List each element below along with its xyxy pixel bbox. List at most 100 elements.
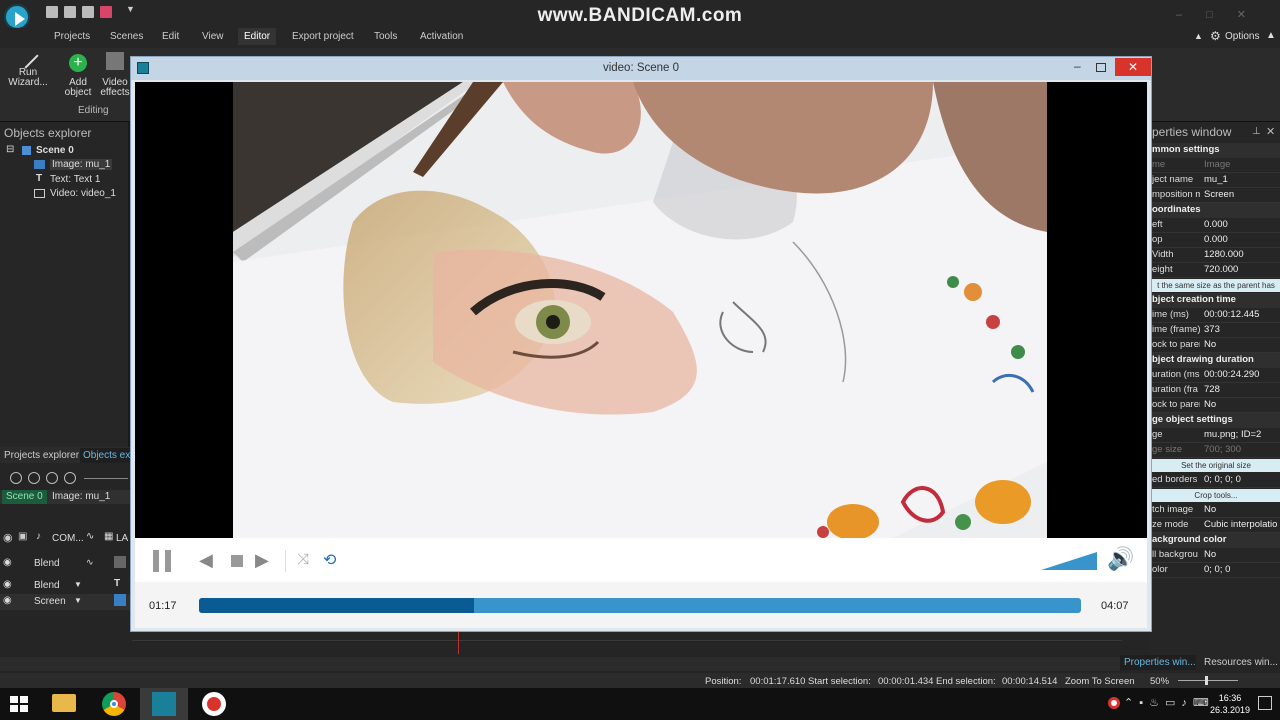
property-row[interactable]: uration (fra 728 — [1150, 383, 1280, 398]
property-value[interactable]: 373 — [1204, 324, 1280, 335]
property-action-button[interactable]: Set the original size — [1152, 459, 1280, 472]
property-row[interactable]: ock to parer No — [1150, 338, 1280, 353]
property-value[interactable]: 1280.000 — [1204, 249, 1280, 260]
property-value[interactable]: 0; 0; 0; 0 — [1204, 474, 1280, 485]
property-value[interactable]: mu_1 — [1204, 174, 1280, 185]
property-value[interactable]: 0.000 — [1204, 219, 1280, 230]
pause-icon-bar2[interactable] — [165, 550, 171, 572]
property-row[interactable]: op 0.000 — [1150, 233, 1280, 248]
tree-item-scene[interactable]: Scene 0 — [36, 145, 74, 156]
speaker-icon[interactable]: 🔊 — [1107, 546, 1134, 572]
next-icon[interactable]: ▶ — [255, 550, 269, 571]
close-icon[interactable]: ✕ — [1266, 125, 1275, 138]
property-row[interactable]: ge mu.png; ID=2 — [1150, 428, 1280, 443]
add-object-button[interactable]: + Add object — [58, 52, 98, 98]
fit-icon[interactable] — [46, 472, 58, 484]
repeat-icon[interactable]: ⟲ — [323, 550, 336, 570]
property-value[interactable]: 00:00:24.290 — [1204, 369, 1280, 380]
property-row[interactable]: ock to parer No — [1150, 398, 1280, 413]
run-wizard-button[interactable]: Run Wizard... — [8, 47, 48, 88]
chevron-down-icon[interactable]: ∿ — [86, 557, 94, 568]
menu-editor[interactable]: Editor — [238, 28, 277, 45]
property-value[interactable]: Image — [1204, 159, 1280, 170]
tab-properties-window[interactable]: Properties win... — [1120, 655, 1196, 670]
property-value[interactable]: 0.000 — [1204, 234, 1280, 245]
property-value[interactable]: No — [1204, 504, 1280, 515]
property-row[interactable]: ject name mu_1 — [1150, 173, 1280, 188]
tray-icons[interactable]: ⌃▪♨▭♪⌨ — [1124, 696, 1215, 709]
minimize-button[interactable]: – — [1074, 59, 1081, 73]
window-controls[interactable]: –□✕ — [1176, 8, 1270, 21]
property-value[interactable]: mu.png; ID=2 — [1204, 429, 1280, 440]
timeline-row[interactable]: ◉ Blend ▼ T — [0, 578, 132, 594]
property-value[interactable]: No — [1204, 549, 1280, 560]
tab-projects-explorer[interactable]: Projects explorer — [4, 450, 79, 461]
property-value[interactable]: 720.000 — [1204, 264, 1280, 275]
property-value[interactable]: 00:00:12.445 — [1204, 309, 1280, 320]
windows-start-icon[interactable] — [10, 696, 28, 712]
property-row[interactable]: olor 0; 0; 0 — [1150, 563, 1280, 578]
volume-slider[interactable] — [1041, 552, 1097, 570]
property-value[interactable]: No — [1204, 339, 1280, 350]
pin-icon[interactable]: ⊥ — [1252, 126, 1261, 137]
stop-icon[interactable] — [231, 555, 243, 567]
eye-icon[interactable]: ◉ — [3, 595, 12, 606]
tree-item-image[interactable]: Image: mu_1 — [50, 159, 113, 170]
collapse-ribbon-icon[interactable]: ▲ — [1194, 31, 1203, 41]
chevron-down-icon[interactable]: ▼ — [74, 580, 82, 589]
menu-export-project[interactable]: Export project — [292, 31, 354, 42]
shuffle-icon[interactable]: ⤨ — [297, 551, 309, 568]
timeline-scrollbar[interactable] — [0, 657, 1120, 671]
eye-icon[interactable]: ◉ — [3, 531, 13, 544]
property-row[interactable]: eight 720.000 — [1150, 263, 1280, 278]
property-value[interactable]: Cubic interpolatio — [1204, 519, 1280, 530]
gear-icon[interactable]: ⚙ — [1210, 29, 1221, 43]
zoom-icon[interactable] — [64, 472, 76, 484]
menu-view[interactable]: View — [202, 31, 224, 42]
notifications-icon[interactable] — [1258, 696, 1272, 710]
timeline-row[interactable]: ◉ Screen ▼ — [0, 594, 132, 610]
help-chevron-icon[interactable]: ▲ — [1266, 30, 1276, 41]
file-explorer-icon[interactable] — [52, 694, 76, 712]
zoom-slider-thumb[interactable] — [1205, 676, 1208, 685]
property-row[interactable]: ll backgrou No — [1150, 548, 1280, 563]
property-row[interactable]: ime (ms) 00:00:12.445 — [1150, 308, 1280, 323]
menu-tools[interactable]: Tools — [374, 31, 397, 42]
property-value[interactable]: 0; 0; 0 — [1204, 564, 1280, 575]
lock-icon[interactable]: ▣ — [18, 531, 27, 542]
property-action-button[interactable]: Crop tools... — [1152, 489, 1280, 502]
menu-activation[interactable]: Activation — [420, 31, 463, 42]
tab-resources-window[interactable]: Resources win... — [1204, 657, 1278, 668]
close-button[interactable]: ✕ — [1115, 58, 1151, 76]
property-row[interactable]: Vidth 1280.000 — [1150, 248, 1280, 263]
breadcrumb-image[interactable]: Image: mu_1 — [50, 491, 112, 502]
property-value[interactable]: 728 — [1204, 384, 1280, 395]
previous-icon[interactable]: ◀ — [199, 550, 213, 571]
property-row[interactable]: mposition m Screen — [1150, 188, 1280, 203]
eye-icon[interactable]: ◉ — [3, 557, 12, 568]
zoom-slider[interactable] — [84, 478, 128, 479]
video-viewport[interactable] — [135, 82, 1147, 538]
options-button[interactable]: Options — [1225, 31, 1259, 42]
property-action-button[interactable]: t the same size as the parent has — [1152, 279, 1280, 292]
blend-mode-label[interactable]: Blend — [34, 580, 60, 591]
chevron-down-icon[interactable]: ▼ — [74, 596, 82, 605]
property-row[interactable]: ed borders 0; 0; 0; 0 — [1150, 473, 1280, 488]
property-value[interactable]: Screen — [1204, 189, 1280, 200]
menu-scenes[interactable]: Scenes — [110, 31, 143, 42]
property-value[interactable]: 700; 300 — [1204, 444, 1280, 455]
zoom-out-icon[interactable] — [28, 472, 40, 484]
zoom-slider[interactable] — [1178, 680, 1238, 681]
tree-item-text[interactable]: Text: Text 1 — [50, 174, 100, 185]
eye-icon[interactable]: ◉ — [3, 579, 12, 590]
tree-item-video[interactable]: Video: video_1 — [50, 188, 116, 199]
tray-record-icon[interactable] — [1108, 697, 1120, 709]
blend-mode-label[interactable]: Screen — [34, 596, 66, 607]
property-row[interactable]: uration (ms 00:00:24.290 — [1150, 368, 1280, 383]
property-row[interactable]: eft 0.000 — [1150, 218, 1280, 233]
zoom-in-icon[interactable] — [10, 472, 22, 484]
menu-edit[interactable]: Edit — [162, 31, 179, 42]
menu-projects[interactable]: Projects — [54, 31, 90, 42]
timeline-row[interactable]: ◉ Blend ∿ — [0, 556, 132, 572]
pause-icon-bar1[interactable] — [153, 550, 159, 572]
